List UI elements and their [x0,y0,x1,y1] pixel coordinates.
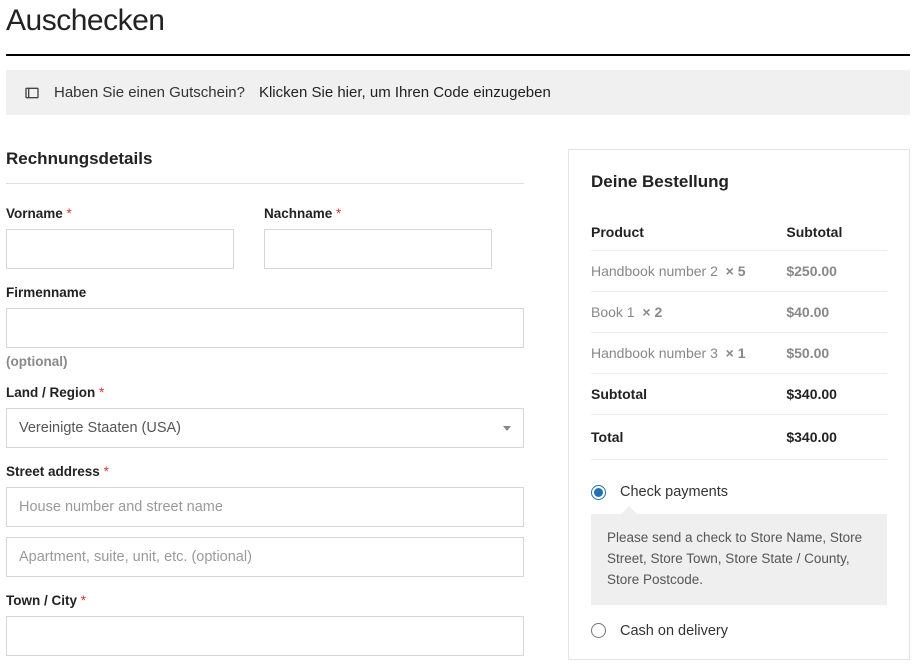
payment-option-check[interactable]: Check payments [591,484,887,500]
street-address-2-field[interactable] [6,537,524,577]
payment-methods: Check payments Please send a check to St… [591,484,887,639]
subtotal-row: Subtotal $340.00 [591,374,887,415]
payment-label-cod: Cash on delivery [620,623,728,639]
coupon-icon [24,85,40,101]
payment-radio-cod[interactable] [591,623,606,638]
coupon-question: Haben Sie einen Gutschein? [54,84,245,101]
coupon-notice: Haben Sie einen Gutschein? Klicken Sie h… [6,70,910,115]
line-item-price: $50.00 [786,333,887,374]
last-name-label: Nachname * [264,206,492,221]
line-item-name: Handbook number 2 [591,263,718,279]
table-row: Handbook number 2 × 5 $250.00 [591,251,887,292]
billing-heading: Rechnungsdetails [6,149,524,184]
town-city-field[interactable] [6,616,524,656]
payment-check-description: Please send a check to Store Name, Store… [591,514,887,605]
company-field[interactable] [6,308,524,348]
required-mark: * [67,206,72,221]
order-heading: Deine Bestellung [591,172,887,192]
title-divider [6,54,910,56]
order-table: Product Subtotal Handbook number 2 × 5 $… [591,214,887,460]
country-select-value: Vereinigte Staaten (USA) [19,420,181,436]
page-title: Auschecken [6,4,910,38]
table-row: Book 1 × 2 $40.00 [591,292,887,333]
country-label: Land / Region * [6,385,524,400]
payment-label-check: Check payments [620,484,728,500]
table-row: Handbook number 3 × 1 $50.00 [591,333,887,374]
street-address-label: Street address * [6,464,524,479]
required-mark: * [336,206,341,221]
line-item-qty: × 1 [726,345,746,361]
line-item-qty: × 5 [726,263,746,279]
line-item-price: $40.00 [786,292,887,333]
col-product: Product [591,214,786,251]
order-summary: Deine Bestellung Product Subtotal Handbo… [568,149,910,660]
company-optional-hint: (optional) [6,354,524,369]
country-select[interactable]: Vereinigte Staaten (USA) [6,408,524,448]
line-item-qty: × 2 [642,304,662,320]
coupon-toggle-link[interactable]: Klicken Sie hier, um Ihren Code einzugeb… [259,84,551,101]
chevron-down-icon [503,426,511,431]
payment-option-cod[interactable]: Cash on delivery [591,623,887,639]
required-mark: * [99,385,104,400]
first-name-label: Vorname * [6,206,234,221]
billing-details: Rechnungsdetails Vorname * Nachname * Fi… [6,149,524,672]
last-name-field[interactable] [264,229,492,269]
required-mark: * [81,593,86,608]
street-address-1-field[interactable] [6,487,524,527]
line-item-name: Book 1 [591,304,635,320]
town-city-label: Town / City * [6,593,524,608]
payment-radio-check[interactable] [591,485,606,500]
line-item-name: Handbook number 3 [591,345,718,361]
company-label: Firmenname [6,285,524,300]
required-mark: * [104,464,109,479]
col-subtotal: Subtotal [786,214,887,251]
first-name-field[interactable] [6,229,234,269]
line-item-price: $250.00 [786,251,887,292]
total-row: Total $340.00 [591,415,887,460]
